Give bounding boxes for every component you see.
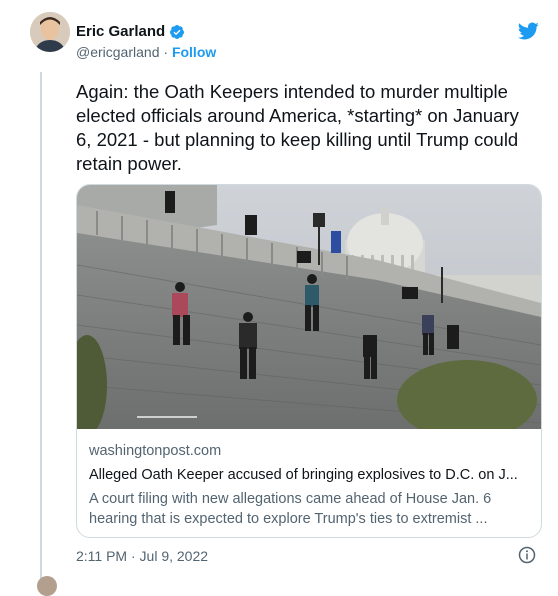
- verified-badge-icon: [170, 24, 185, 39]
- info-icon[interactable]: [518, 546, 536, 564]
- card-domain: washingtonpost.com: [89, 443, 222, 459]
- tweet: Eric Garland @ericgarland · Follow Again…: [22, 0, 548, 584]
- card-meta: washingtonpost.com Alleged Oath Keeper a…: [89, 443, 529, 529]
- author-handle[interactable]: @ericgarland: [76, 44, 159, 60]
- tweet-timestamp[interactable]: 2:11 PM · Jul 9, 2022: [76, 548, 208, 564]
- tweet-text: Again: the Oath Keepers intended to murd…: [76, 81, 519, 174]
- link-card[interactable]: washingtonpost.com Alleged Oath Keeper a…: [76, 184, 542, 538]
- author-avatar[interactable]: [30, 12, 70, 52]
- card-description: A court filing with new allegations came…: [89, 491, 492, 527]
- handle-separator: ·: [163, 44, 169, 60]
- author-handle-row: @ericgarland · Follow: [76, 44, 216, 60]
- author-name[interactable]: Eric Garland: [76, 23, 165, 40]
- card-headline[interactable]: Alleged Oath Keeper accused of bringing …: [89, 467, 529, 483]
- author-name-row: Eric Garland: [76, 23, 185, 40]
- reply-avatar[interactable]: [37, 576, 57, 596]
- article-photo[interactable]: [77, 185, 541, 429]
- follow-button[interactable]: Follow: [172, 44, 216, 60]
- twitter-bird-icon[interactable]: [516, 20, 540, 42]
